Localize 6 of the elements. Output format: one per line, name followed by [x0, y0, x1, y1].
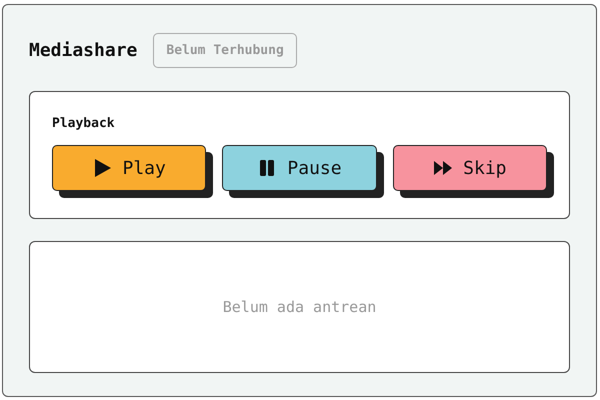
connection-status: Belum Terhubung	[153, 32, 297, 68]
empty-message: Belum ada antrean	[222, 298, 376, 316]
app-title: Mediashare	[29, 40, 138, 60]
section-heading: Playback	[52, 116, 116, 131]
fast-forward-icon	[433, 158, 454, 178]
play-icon	[92, 158, 112, 178]
